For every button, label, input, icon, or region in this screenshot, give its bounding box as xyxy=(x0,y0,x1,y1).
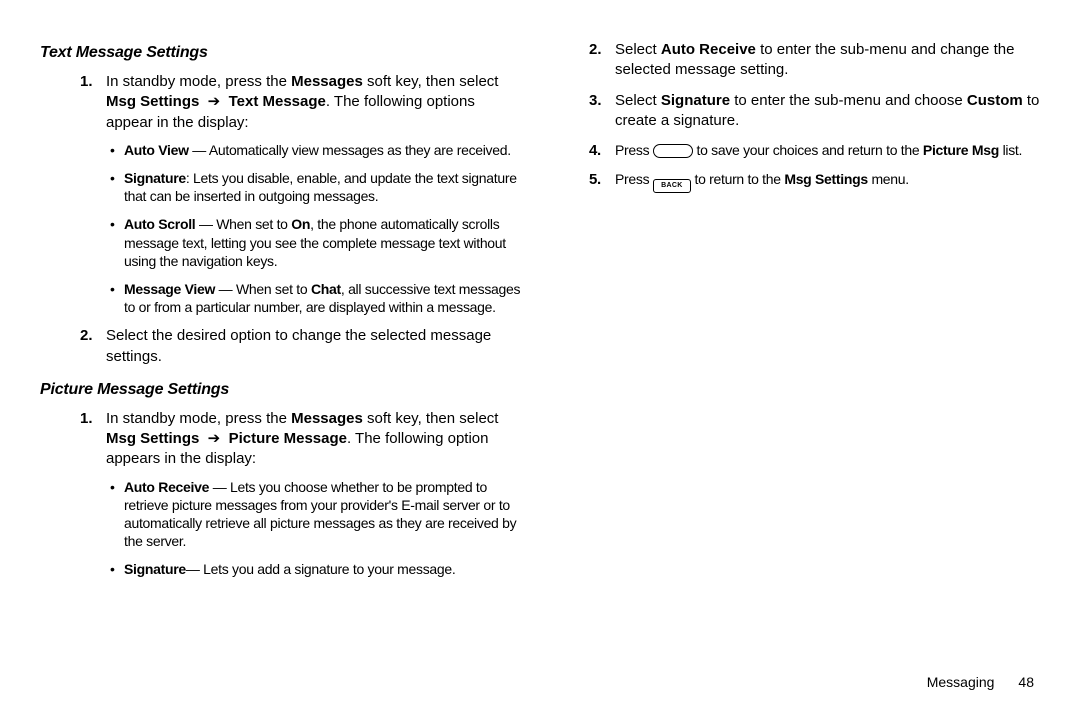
step-item: 2. Select Auto Receive to enter the sub-m… xyxy=(589,40,1040,81)
ok-key-icon xyxy=(653,144,693,158)
bullet-list: Auto Receive — Lets you choose whether t… xyxy=(106,478,525,579)
bullet-item: Auto Receive — Lets you choose whether t… xyxy=(124,478,525,551)
text-msg-steps: 1. In standby mode, press the Messages so… xyxy=(40,72,525,367)
step-text: In standby mode, press the Messages soft… xyxy=(106,73,498,131)
heading-picture-message-settings: Picture Message Settings xyxy=(40,381,525,399)
step-item: 2. Select the desired option to change th… xyxy=(80,326,525,367)
footer-section: Messaging xyxy=(927,674,995,690)
step-number: 4. xyxy=(589,141,601,161)
step-text: Select Auto Receive to enter the sub-men… xyxy=(615,41,1014,78)
picture-msg-steps: 1. In standby mode, press the Messages so… xyxy=(40,409,525,579)
footer-page-number: 48 xyxy=(1018,674,1034,690)
step-number: 2. xyxy=(589,40,602,60)
step-number: 2. xyxy=(80,326,93,346)
step-number: 1. xyxy=(80,409,93,429)
bullet-item: Message View — When set to Chat, all suc… xyxy=(124,280,525,316)
step-text: Select Signature to enter the sub-menu a… xyxy=(615,92,1039,129)
step-item: 1. In standby mode, press the Messages so… xyxy=(80,72,525,316)
step-item: 3. Select Signature to enter the sub-menu… xyxy=(589,91,1040,132)
step-number: 5. xyxy=(589,170,601,190)
picture-msg-steps-cont: 2. Select Auto Receive to enter the sub-m… xyxy=(555,40,1040,193)
step-text: Press to save your choices and return to… xyxy=(615,142,1022,158)
step-number: 1. xyxy=(80,72,93,92)
step-item: 1. In standby mode, press the Messages so… xyxy=(80,409,525,579)
right-column: 2. Select Auto Receive to enter the sub-m… xyxy=(555,40,1040,674)
bullet-item: Auto View — Automatically view messages … xyxy=(124,141,525,159)
bullet-list: Auto View — Automatically view messages … xyxy=(106,141,525,317)
left-column: Text Message Settings 1. In standby mode,… xyxy=(40,40,525,674)
heading-text-message-settings: Text Message Settings xyxy=(40,44,525,62)
step-text: In standby mode, press the Messages soft… xyxy=(106,410,498,468)
bullet-item: Auto Scroll — When set to On, the phone … xyxy=(124,215,525,270)
step-text: Select the desired option to change the … xyxy=(106,327,491,364)
page-footer: Messaging 48 xyxy=(40,674,1040,690)
back-key-icon: BACK xyxy=(653,179,691,193)
bullet-item: Signature: Lets you disable, enable, and… xyxy=(124,169,525,205)
step-item: 5. Press BACK to return to the Msg Settin… xyxy=(589,170,1040,193)
step-text: Press BACK to return to the Msg Settings… xyxy=(615,171,909,187)
manual-page: Text Message Settings 1. In standby mode,… xyxy=(0,0,1080,720)
step-item: 4. Press to save your choices and return … xyxy=(589,141,1040,160)
bullet-item: Signature— Lets you add a signature to y… xyxy=(124,560,525,578)
step-number: 3. xyxy=(589,91,602,111)
